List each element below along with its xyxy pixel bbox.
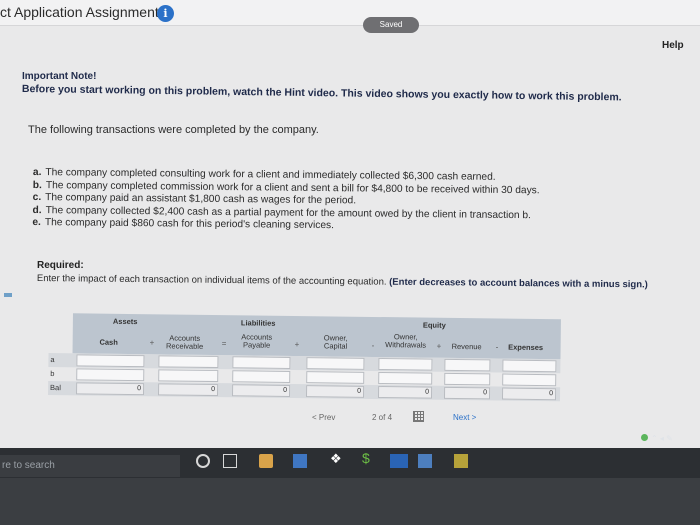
dropbox-icon[interactable]: ❖ [330, 451, 344, 466]
system-tray: ⌃ ◂ ✎ [641, 434, 673, 443]
required-heading: Required: [37, 260, 84, 271]
assets-group-label: Assets [112, 316, 138, 327]
op-plus: + [436, 341, 442, 351]
info-icon[interactable]: i [157, 5, 174, 22]
expenses-input[interactable] [502, 359, 557, 373]
transaction-list: a. The company completed consulting work … [32, 167, 539, 235]
row-label: b [50, 369, 55, 379]
accounts-receivable-input[interactable] [158, 369, 219, 383]
prev-button[interactable]: < Prev [312, 413, 335, 422]
accounting-equation-table: Assets Liabilities Equity Cash + Account… [47, 313, 561, 402]
money-app-icon[interactable]: $ [362, 450, 376, 466]
taskbar-search-input[interactable]: re to search [0, 455, 180, 477]
cash-input[interactable] [76, 368, 145, 382]
cash-balance: 0 [76, 382, 145, 396]
op-equals: = [221, 339, 227, 349]
side-marker [4, 293, 12, 297]
owner-withdrawals-input[interactable] [378, 372, 433, 385]
col-accounts-payable: Accounts Payable [241, 332, 273, 350]
photos-icon[interactable] [293, 454, 307, 468]
owner-capital-input[interactable] [306, 357, 365, 370]
important-note-body: Before you start working on this problem… [21, 83, 622, 104]
app-icon[interactable] [454, 454, 468, 468]
help-link[interactable]: Help [662, 40, 684, 51]
row-label-balance: Bal [50, 383, 61, 393]
col-owner-withdrawals: Owner, Withdrawals [385, 332, 427, 350]
op-plus: + [294, 340, 300, 350]
next-button[interactable]: Next > [453, 413, 476, 422]
col-cash: Cash [99, 337, 118, 347]
store-icon[interactable] [259, 454, 273, 468]
accounts-payable-input[interactable] [232, 356, 291, 369]
expenses-balance: 0 [501, 387, 557, 401]
op-minus: - [371, 340, 375, 350]
owner-withdrawals-balance: 0 [377, 386, 433, 399]
task-view-icon[interactable] [223, 454, 237, 468]
app-icon[interactable] [418, 454, 432, 468]
required-instructions: Enter the impact of each transaction on … [36, 273, 648, 291]
page-position: 2 of 4 [372, 413, 393, 422]
desk-surface [0, 478, 700, 525]
problem-lead-text: The following transactions were complete… [28, 124, 319, 136]
accounts-payable-input[interactable] [232, 370, 291, 383]
row-label: a [50, 355, 55, 365]
col-expenses: Expenses [508, 342, 544, 353]
assignment-title: ct Application Assignment [0, 4, 159, 20]
col-accounts-receivable: Accounts Receivable [165, 333, 204, 351]
owner-withdrawals-input[interactable] [378, 358, 433, 371]
owner-capital-input[interactable] [306, 371, 365, 384]
equity-group-label: Equity [422, 320, 446, 330]
liabilities-group-label: Liabilities [240, 318, 276, 328]
accounts-payable-balance: 0 [231, 384, 291, 397]
cash-input[interactable] [76, 354, 145, 368]
col-owner-capital: Owner, Capital [323, 333, 348, 351]
col-revenue: Revenue [451, 341, 482, 352]
revenue-balance: 0 [443, 386, 491, 400]
grid-icon[interactable] [413, 411, 424, 422]
top-bar: ct Application Assignment i [0, 0, 700, 26]
expenses-input[interactable] [502, 373, 557, 387]
saved-status-badge: Saved [363, 17, 419, 33]
important-note-heading: Important Note! [22, 71, 97, 82]
accounts-receivable-balance: 0 [158, 383, 219, 397]
assignment-window: ct Application Assignment i Saved Help I… [0, 0, 700, 448]
op-plus: + [149, 338, 155, 348]
accounts-receivable-input[interactable] [158, 355, 219, 369]
tray-status-icon[interactable] [641, 434, 648, 441]
op-minus: - [495, 342, 499, 352]
cortana-icon[interactable] [196, 454, 210, 468]
revenue-input[interactable] [444, 358, 491, 372]
mail-icon[interactable] [390, 454, 408, 468]
revenue-input[interactable] [444, 372, 491, 386]
owner-capital-balance: 0 [305, 385, 365, 398]
